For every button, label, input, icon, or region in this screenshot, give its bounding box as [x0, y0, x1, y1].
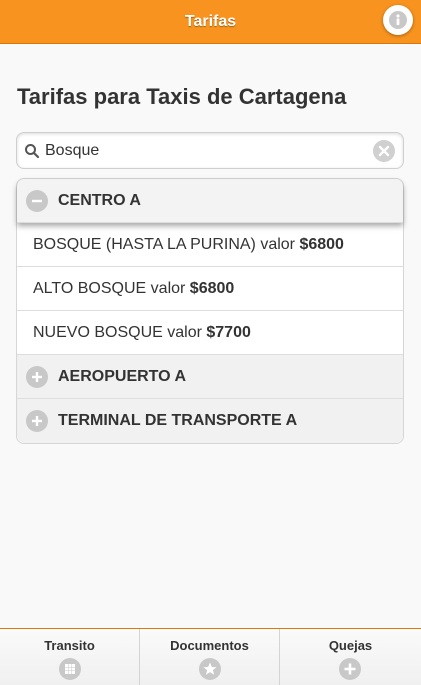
plus-icon	[26, 410, 48, 432]
tab-documentos[interactable]: Documentos	[140, 629, 280, 685]
item-price: $7700	[206, 324, 251, 341]
grid-icon	[59, 658, 81, 680]
info-button[interactable]	[383, 5, 413, 35]
search-input[interactable]	[45, 133, 365, 168]
item-label: BOSQUE (HASTA LA PURINA) valor $6800	[33, 236, 344, 253]
tab-label: Quejas	[328, 638, 373, 653]
item-label: NUEVO BOSQUE valor $7700	[33, 324, 251, 341]
clear-search-button[interactable]	[373, 140, 395, 162]
star-icon	[199, 658, 221, 680]
plus-icon	[26, 366, 48, 388]
group-aeropuerto-a[interactable]: AEROPUERTO A	[17, 355, 403, 399]
group-centro-a[interactable]: CENTRO A	[17, 179, 403, 223]
list-item[interactable]: ALTO BOSQUE valor $6800	[17, 267, 403, 311]
group-label: AEROPUERTO A	[58, 368, 187, 385]
footer-tab-bar: Transito Documentos Quejas	[0, 628, 421, 685]
tab-transito[interactable]: Transito	[0, 629, 140, 685]
list-item[interactable]: NUEVO BOSQUE valor $7700	[17, 311, 403, 355]
header-bar: Tarifas	[0, 0, 421, 44]
search-icon	[25, 144, 40, 159]
tab-quejas[interactable]: Quejas	[280, 629, 421, 685]
group-terminal-de-transporte-a[interactable]: TERMINAL DE TRANSPORTE A	[17, 399, 403, 443]
clear-icon	[378, 145, 390, 157]
tab-label: Documentos	[170, 638, 249, 653]
group-label: TERMINAL DE TRANSPORTE A	[58, 412, 298, 429]
plus-icon	[339, 658, 361, 680]
tariff-list: CENTRO A BOSQUE (HASTA LA PURINA) valor …	[16, 178, 404, 444]
info-icon	[389, 11, 407, 29]
item-price: $6800	[189, 280, 235, 297]
search-field[interactable]	[16, 132, 404, 169]
item-label: ALTO BOSQUE valor $6800	[33, 280, 235, 297]
tab-label: Transito	[44, 638, 95, 653]
header-title: Tarifas	[184, 13, 237, 30]
minus-icon	[26, 190, 48, 212]
page-title: Tarifas para Taxis de Cartagena	[17, 84, 347, 109]
group-label: CENTRO A	[58, 192, 141, 209]
item-price: $6800	[299, 236, 344, 253]
list-item[interactable]: BOSQUE (HASTA LA PURINA) valor $6800	[17, 223, 403, 267]
